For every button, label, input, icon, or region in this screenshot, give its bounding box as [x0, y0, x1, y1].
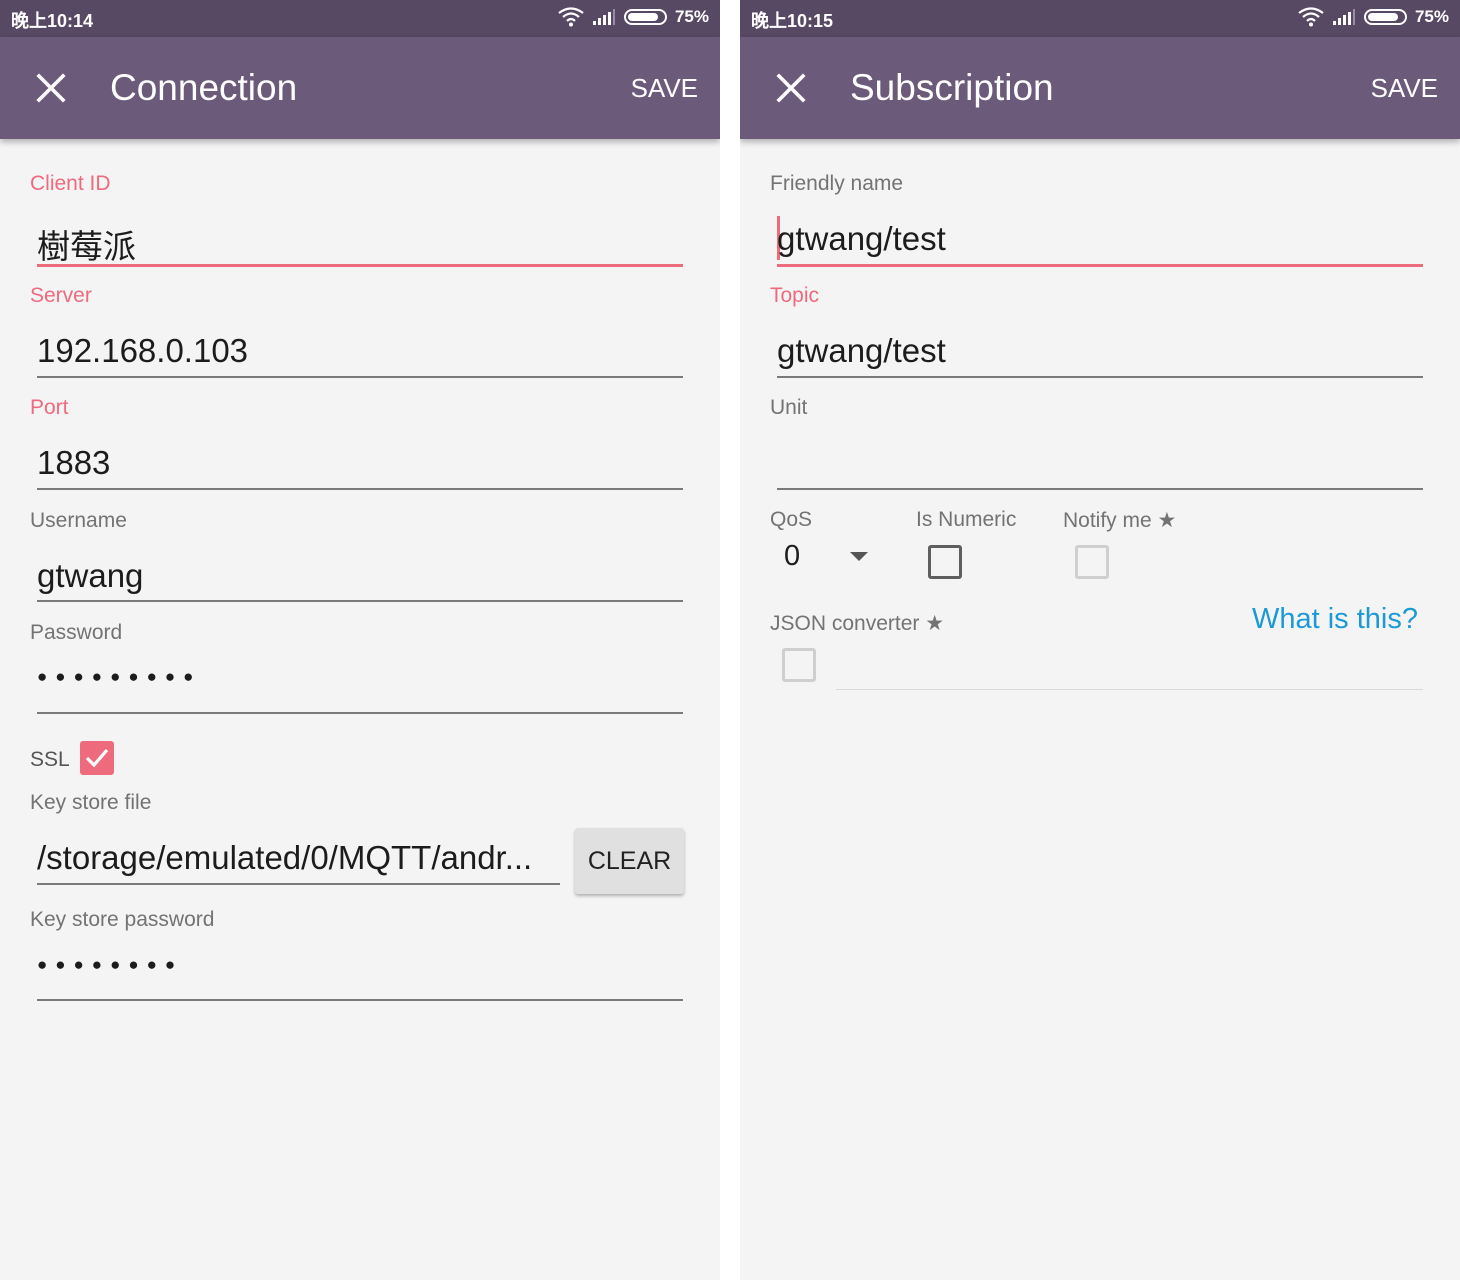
page-title: Subscription [850, 67, 1054, 108]
client-id-underline [37, 264, 683, 267]
port-input[interactable]: 1883 [37, 444, 110, 482]
dropdown-arrow-icon[interactable] [850, 552, 868, 561]
unit-underline [777, 488, 1423, 490]
unit-label: Unit [770, 396, 808, 419]
close-icon[interactable] [771, 68, 811, 108]
notify-me-checkbox[interactable] [1075, 545, 1109, 579]
server-input[interactable]: 192.168.0.103 [37, 332, 248, 370]
json-converter-divider [836, 689, 1423, 690]
ssl-checkbox[interactable] [80, 741, 114, 775]
wifi-icon [1298, 7, 1324, 27]
password-label: Password [30, 621, 123, 644]
wifi-icon [558, 7, 584, 27]
what-is-this-link[interactable]: What is this? [1252, 603, 1418, 636]
connection-screen: 晚上10:14 75% Connection SAVE Client ID 樹莓… [0, 0, 720, 1280]
signal-icon [592, 9, 615, 25]
topic-input[interactable]: gtwang/test [777, 332, 946, 370]
topic-label: Topic [770, 284, 820, 307]
notify-me-label: Notify me ★ [1063, 509, 1177, 532]
key-store-file-label: Key store file [30, 791, 152, 814]
password-underline [37, 712, 683, 714]
json-converter-checkbox[interactable] [782, 648, 816, 682]
qos-select[interactable]: 0 [784, 540, 800, 573]
server-label: Server [30, 284, 92, 307]
save-button[interactable]: SAVE [631, 73, 698, 104]
username-label: Username [30, 509, 127, 532]
battery-icon [623, 9, 667, 25]
username-underline [37, 600, 683, 602]
page-title: Connection [110, 67, 298, 108]
status-icons: 75% [558, 7, 709, 27]
status-icons: 75% [1298, 7, 1449, 27]
signal-icon [1332, 9, 1355, 25]
app-bar: Subscription SAVE [740, 37, 1460, 139]
friendly-name-input[interactable]: gtwang/test [777, 220, 946, 258]
port-underline [37, 488, 683, 490]
save-button[interactable]: SAVE [1371, 73, 1438, 104]
subscription-screen: 晚上10:15 75% Subscription SAVE Friendly n… [740, 0, 1460, 1280]
close-icon[interactable] [31, 68, 71, 108]
battery-percent: 75% [674, 7, 709, 26]
password-input[interactable]: ●●●●●●●●● [37, 667, 201, 687]
is-numeric-label: Is Numeric [916, 508, 1017, 531]
client-id-input[interactable]: 樹莓派 [37, 220, 136, 268]
is-numeric-checkbox[interactable] [928, 545, 962, 579]
clear-button[interactable]: CLEAR [575, 828, 684, 894]
battery-percent: 75% [1414, 7, 1449, 26]
friendly-name-underline [777, 264, 1423, 267]
check-icon [85, 748, 109, 768]
port-label: Port [30, 396, 69, 419]
app-bar: Connection SAVE [0, 37, 720, 139]
status-time: 晚上10:15 [751, 11, 834, 31]
status-bar: 晚上10:14 75% [0, 0, 720, 37]
status-bar: 晚上10:15 75% [740, 0, 1460, 37]
key-store-password-underline [37, 999, 683, 1001]
key-store-file-input[interactable]: /storage/emulated/0/MQTT/andr... [37, 839, 557, 877]
key-store-file-underline [37, 883, 560, 885]
topic-underline [777, 376, 1423, 378]
key-store-password-input[interactable]: ●●●●●●●● [37, 955, 183, 975]
username-input[interactable]: gtwang [37, 557, 143, 595]
server-underline [37, 376, 683, 378]
json-converter-label: JSON converter ★ [770, 612, 945, 635]
friendly-name-label: Friendly name [770, 172, 904, 195]
ssl-label: SSL [30, 748, 70, 771]
key-store-password-label: Key store password [30, 908, 215, 931]
qos-label: QoS [770, 508, 813, 531]
battery-icon [1363, 9, 1407, 25]
status-time: 晚上10:14 [11, 11, 94, 31]
client-id-label: Client ID [30, 172, 111, 195]
